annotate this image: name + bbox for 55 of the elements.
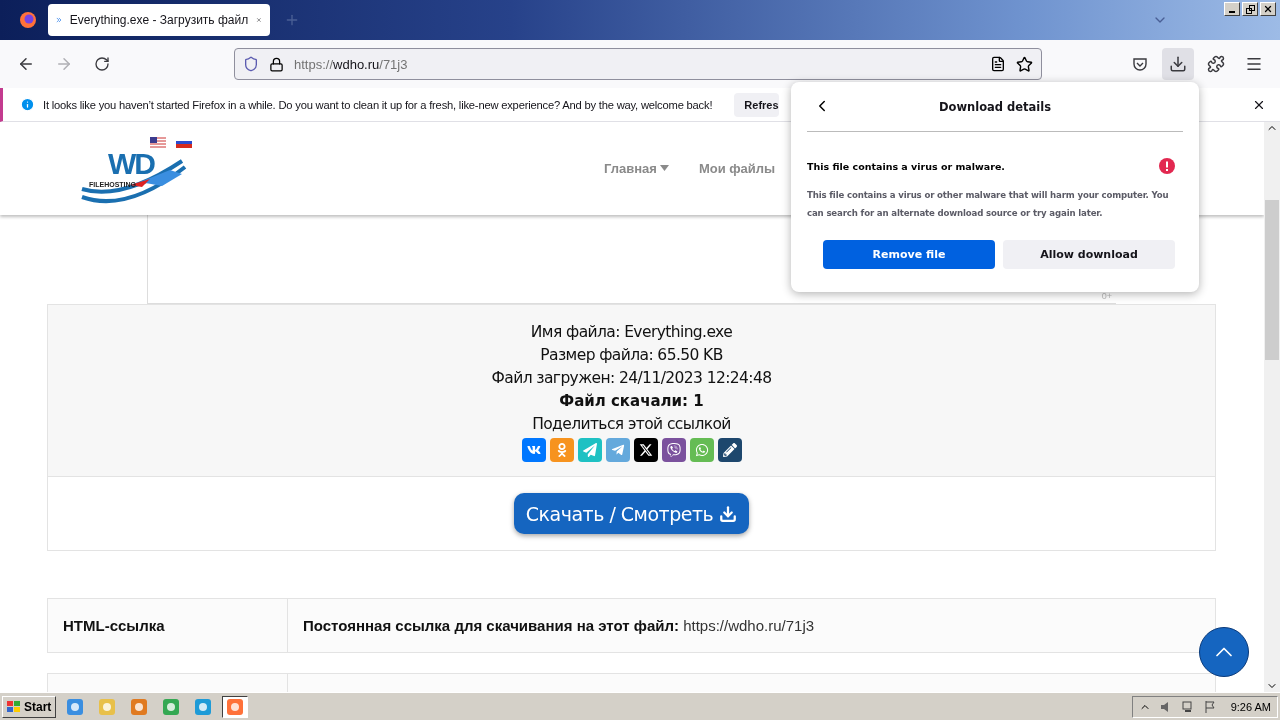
windows-logo-icon bbox=[7, 700, 21, 713]
file-info-line: Файл загружен: 24/11/2023 12:24:48 bbox=[491, 368, 772, 389]
info-icon bbox=[20, 97, 35, 112]
x-icon bbox=[638, 443, 653, 457]
file-info-line: Файл скачали: 1 bbox=[559, 391, 704, 412]
file-info-line: Поделиться этой ссылкой bbox=[532, 414, 731, 435]
file-info-line: Размер файла: 65.50 KB bbox=[540, 345, 723, 366]
warning-title: This file contains a virus or malware. bbox=[807, 160, 1005, 172]
scrollbar-thumb[interactable] bbox=[1265, 200, 1279, 360]
close-icon bbox=[1263, 4, 1273, 14]
warning-text: This file contains a virus or other malware that will harm your computer. You can search for an alternate download source or try again later. bbox=[807, 189, 1170, 220]
vk-icon bbox=[526, 443, 541, 457]
menu-icon bbox=[1245, 55, 1263, 73]
nav-link[interactable]: Мои файлы bbox=[698, 161, 776, 176]
share-button[interactable] bbox=[717, 438, 742, 462]
refresh-button[interactable]: Refres bbox=[734, 92, 779, 117]
pocket-icon bbox=[1132, 56, 1148, 72]
minimize-button[interactable] bbox=[1224, 2, 1240, 16]
shield-icon[interactable] bbox=[243, 56, 259, 72]
browser-tab[interactable]: Everything.exe - Загрузить файл bbox=[48, 4, 270, 36]
reader-view-icon[interactable] bbox=[990, 56, 1006, 72]
pencil-icon bbox=[722, 443, 737, 457]
reload-icon bbox=[94, 56, 110, 72]
table-cell: HTML-ссылка bbox=[48, 599, 288, 652]
phone-icon bbox=[666, 443, 681, 457]
speech-bubble-icon bbox=[694, 443, 709, 457]
restore-icon bbox=[1245, 4, 1255, 14]
download-icon bbox=[1169, 55, 1187, 73]
network-icon[interactable] bbox=[1180, 699, 1195, 714]
remove-file-button[interactable]: Remove file bbox=[823, 240, 995, 269]
taskbar-icon[interactable] bbox=[222, 695, 249, 718]
table-cell-text: Постоянная ссылка для скачивания на этот файл: https://wdho.ru/71j3 bbox=[302, 616, 816, 636]
us-flag-icon[interactable] bbox=[150, 136, 166, 148]
close-button[interactable] bbox=[1260, 2, 1276, 16]
address-field[interactable]: https://wdho.ru/71j3 bbox=[234, 48, 1042, 80]
lock-icon[interactable] bbox=[269, 56, 284, 72]
allow-download-button[interactable]: Allow download bbox=[1003, 240, 1175, 269]
warning-icon bbox=[1159, 158, 1175, 174]
start-button[interactable]: Start bbox=[2, 695, 57, 718]
file-info-line: Имя файла: Everything.exe bbox=[530, 322, 733, 343]
download-button[interactable]: Скачать / Смотреть bbox=[513, 493, 750, 534]
notification-message: It looks like you haven’t started Firefox in a while. Do you want to clean it up for a fresh, like-new experience? And by the way, welcome back! bbox=[43, 98, 713, 111]
clock: 9:26 AM bbox=[1230, 700, 1271, 713]
star-icon[interactable] bbox=[1016, 55, 1033, 73]
puzzle-icon bbox=[1207, 55, 1225, 73]
paper-plane-icon bbox=[610, 443, 625, 457]
restore-button[interactable] bbox=[1242, 2, 1258, 16]
download-icon bbox=[719, 504, 738, 523]
paper-plane-icon bbox=[582, 443, 597, 457]
downloads-button[interactable] bbox=[1162, 48, 1194, 80]
logo-mark: WD bbox=[108, 148, 154, 179]
arrow-right-icon bbox=[55, 55, 73, 73]
panel-title: Download details bbox=[938, 99, 1052, 114]
flag-icon[interactable] bbox=[1202, 699, 1217, 714]
share-button[interactable] bbox=[633, 438, 658, 462]
